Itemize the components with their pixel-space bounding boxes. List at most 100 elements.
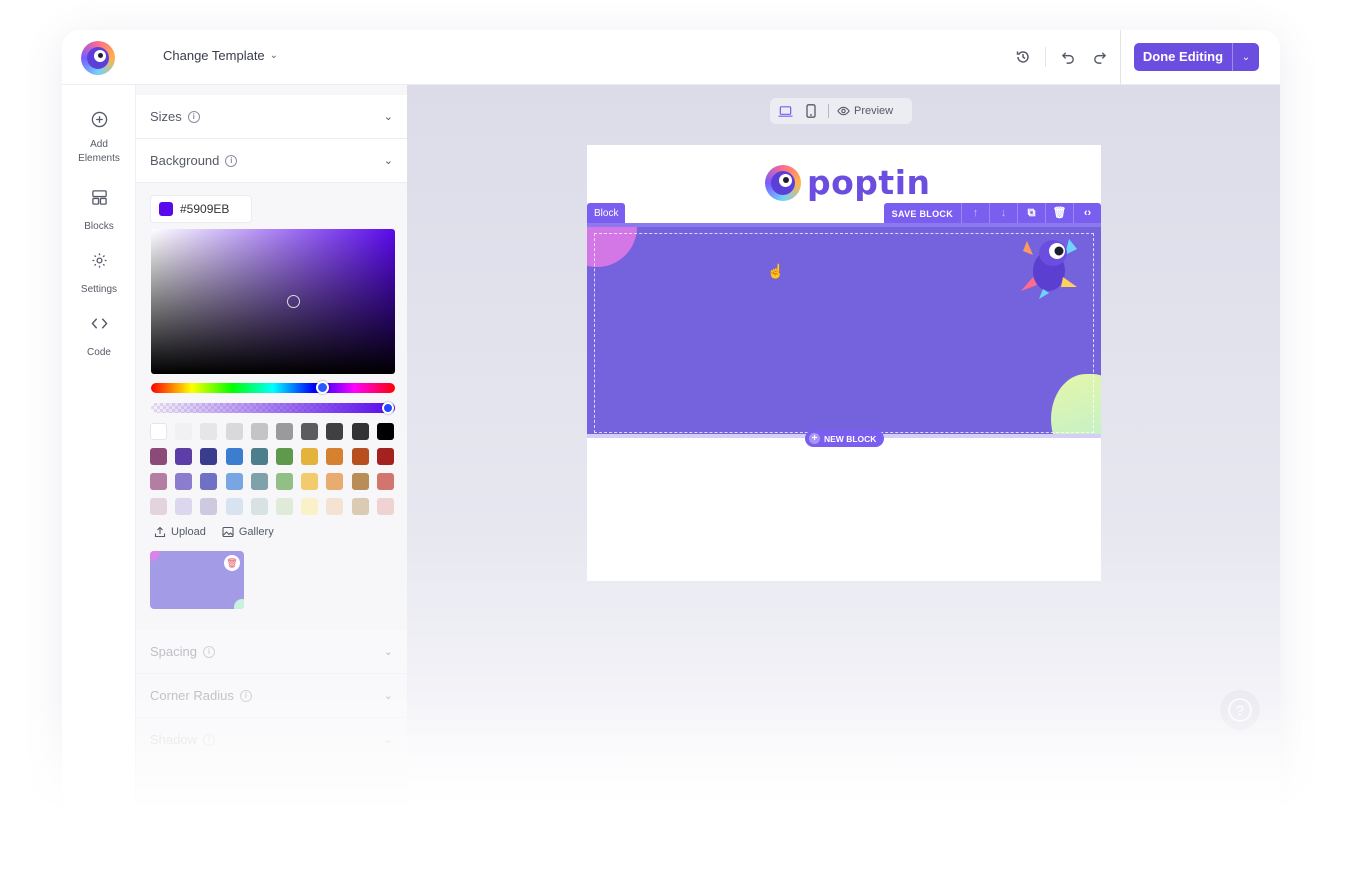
- color-swatch[interactable]: [376, 473, 394, 490]
- color-swatch[interactable]: [225, 423, 243, 440]
- color-swatch[interactable]: [326, 473, 344, 490]
- color-swatch[interactable]: [150, 473, 167, 490]
- color-swatch[interactable]: [200, 423, 218, 440]
- preview-button[interactable]: Preview: [837, 105, 893, 117]
- color-swatch[interactable]: [275, 473, 293, 490]
- color-swatch[interactable]: [150, 423, 167, 440]
- color-swatch[interactable]: [250, 448, 268, 465]
- redo-icon[interactable]: [1088, 46, 1110, 68]
- background-image-thumbnail[interactable]: 🗑: [150, 551, 244, 609]
- hue-handle[interactable]: [316, 381, 329, 394]
- section-spacing[interactable]: Spacing i ⌄: [136, 630, 407, 674]
- color-swatch[interactable]: [150, 448, 167, 465]
- save-block-button[interactable]: SAVE BLOCK: [884, 209, 961, 219]
- color-swatch[interactable]: [250, 473, 268, 490]
- chevron-down-icon[interactable]: ⌄: [1233, 52, 1259, 63]
- alpha-slider[interactable]: [151, 402, 395, 414]
- color-swatch[interactable]: [175, 448, 193, 465]
- rail-item-code[interactable]: Code: [62, 315, 136, 360]
- move-up-icon[interactable]: ↑: [961, 203, 989, 224]
- trash-icon[interactable]: 🗑: [1045, 203, 1073, 224]
- hex-color-field[interactable]: #5909EB: [150, 195, 252, 223]
- selected-block[interactable]: ☝: [587, 223, 1101, 438]
- color-swatch[interactable]: [351, 473, 369, 490]
- rail-item-add-elements[interactable]: Add Elements: [62, 111, 136, 166]
- color-swatch[interactable]: [200, 448, 218, 465]
- section-title: Background: [150, 153, 220, 168]
- color-swatch[interactable]: [225, 473, 243, 490]
- section-background[interactable]: Background i ⌄: [136, 139, 407, 183]
- info-icon[interactable]: i: [187, 110, 200, 123]
- rail-item-settings[interactable]: Settings: [62, 252, 136, 297]
- left-rail: Add Elements Blocks Settings Code: [62, 85, 136, 892]
- color-swatch[interactable]: [275, 423, 293, 440]
- color-swatch[interactable]: [326, 498, 344, 515]
- color-swatch[interactable]: [326, 423, 344, 440]
- gallery-button[interactable]: Gallery: [222, 526, 274, 538]
- duplicate-icon[interactable]: ⧉: [1017, 203, 1045, 224]
- block-tag[interactable]: Block: [587, 203, 626, 224]
- eye-icon: [837, 106, 850, 116]
- trash-icon[interactable]: 🗑: [224, 555, 240, 571]
- alpha-handle[interactable]: [382, 402, 394, 414]
- upload-row: Upload Gallery: [154, 526, 274, 538]
- color-swatch[interactable]: [351, 498, 369, 515]
- color-swatch[interactable]: [301, 423, 319, 440]
- brand-text: poptin: [807, 163, 931, 202]
- info-icon[interactable]: i: [202, 733, 215, 746]
- color-swatch[interactable]: [301, 473, 319, 490]
- color-swatch[interactable]: [250, 498, 268, 515]
- plus-circle-icon: [62, 111, 136, 132]
- saturation-picker[interactable]: [151, 229, 395, 374]
- color-swatch[interactable]: [351, 448, 369, 465]
- color-swatch[interactable]: [275, 498, 293, 515]
- code-icon[interactable]: ‹›: [1073, 203, 1101, 224]
- history-icon[interactable]: [1012, 46, 1034, 68]
- color-swatch[interactable]: [200, 473, 218, 490]
- color-swatch[interactable]: [225, 498, 243, 515]
- color-swatch[interactable]: [175, 473, 193, 490]
- section-shadow[interactable]: Shadow i ⌄: [136, 718, 407, 762]
- color-swatch[interactable]: [301, 498, 319, 515]
- color-swatch[interactable]: [150, 498, 167, 515]
- block-content-area[interactable]: [594, 233, 1094, 433]
- chevron-down-icon: ⌄: [383, 111, 393, 123]
- color-swatch[interactable]: [275, 448, 293, 465]
- brand-logo[interactable]: poptin: [765, 163, 931, 202]
- poptin-logo[interactable]: [81, 41, 115, 75]
- mobile-view-icon[interactable]: [802, 102, 820, 120]
- info-icon[interactable]: i: [202, 645, 215, 658]
- editor-window: Change Template ⌄ Done Editing ⌄ Add Ele…: [62, 30, 1280, 892]
- picker-handle[interactable]: [287, 295, 300, 308]
- done-editing-button[interactable]: Done Editing ⌄: [1134, 43, 1259, 71]
- section-sizes[interactable]: Sizes i ⌄: [136, 95, 407, 139]
- color-swatch[interactable]: [301, 448, 319, 465]
- new-block-button[interactable]: + NEW BLOCK: [805, 430, 885, 447]
- help-button[interactable]: ?: [1220, 690, 1260, 730]
- info-icon[interactable]: i: [225, 154, 238, 167]
- properties-panel: Sizes i ⌄ Background i ⌄ #5909EB Upload …: [136, 85, 407, 892]
- desktop-view-icon[interactable]: [776, 102, 794, 120]
- color-swatch[interactable]: [225, 448, 243, 465]
- color-swatch[interactable]: [175, 423, 193, 440]
- rail-item-label: Settings: [80, 284, 118, 295]
- color-swatch[interactable]: [200, 498, 218, 515]
- color-swatch[interactable]: [376, 448, 394, 465]
- rail-item-blocks[interactable]: Blocks: [62, 189, 136, 234]
- color-swatch[interactable]: [351, 423, 369, 440]
- undo-icon[interactable]: [1057, 46, 1079, 68]
- color-swatch[interactable]: [326, 448, 344, 465]
- info-icon[interactable]: i: [239, 689, 252, 702]
- color-swatch[interactable]: [250, 423, 268, 440]
- color-swatch[interactable]: [376, 423, 394, 440]
- chevron-down-icon: ⌄: [269, 50, 279, 61]
- hue-slider[interactable]: [151, 381, 395, 394]
- change-template-dropdown[interactable]: Change Template ⌄: [163, 48, 278, 63]
- help-icon: ?: [1228, 698, 1252, 722]
- section-title: Spacing: [150, 644, 197, 659]
- color-swatch[interactable]: [175, 498, 193, 515]
- upload-button[interactable]: Upload: [154, 526, 206, 538]
- section-corner-radius[interactable]: Corner Radius i ⌄: [136, 674, 407, 718]
- move-down-icon[interactable]: ↓: [989, 203, 1017, 224]
- color-swatch[interactable]: [376, 498, 394, 515]
